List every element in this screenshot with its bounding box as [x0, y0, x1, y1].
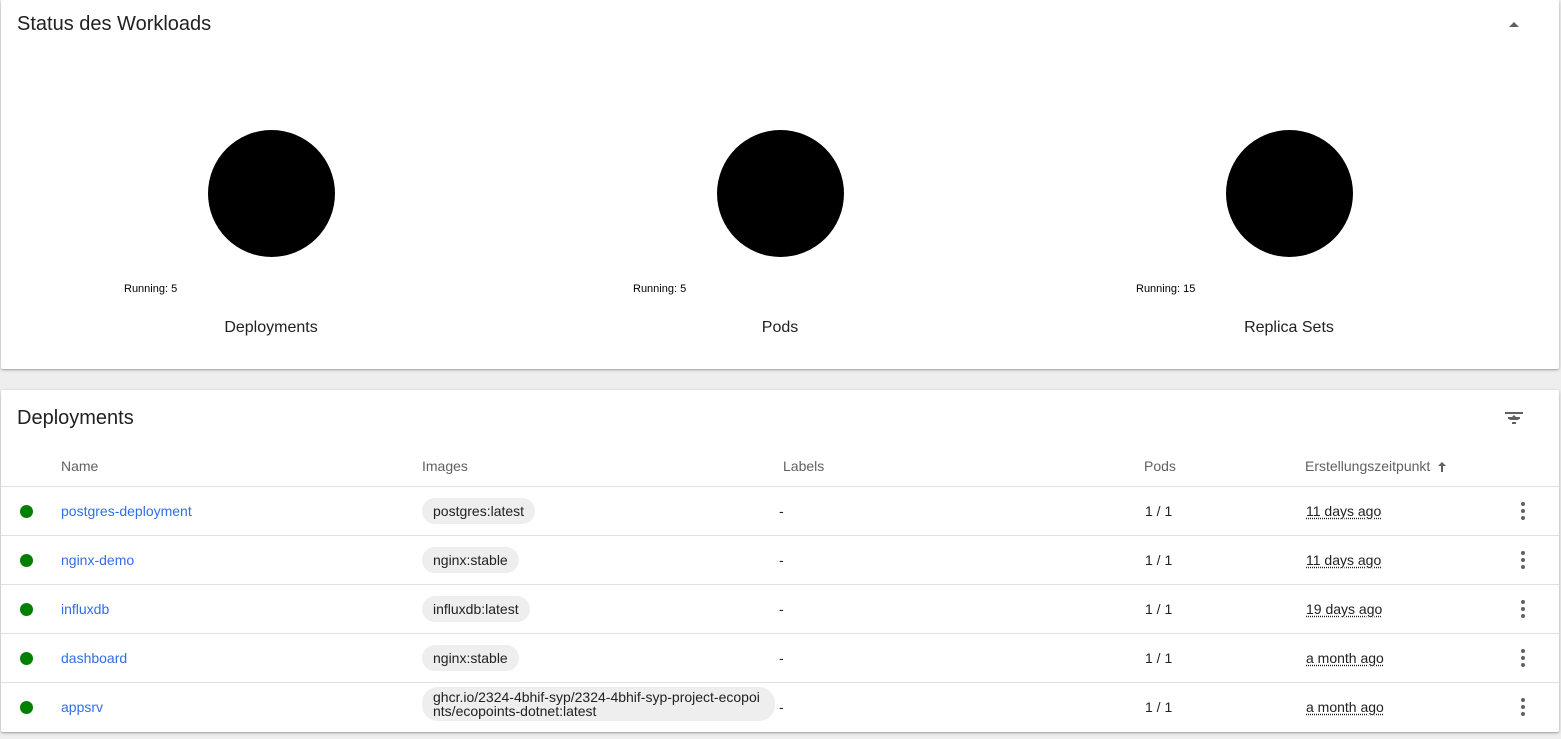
- column-header-images: Images: [422, 458, 468, 474]
- image-chip: nginx:stable: [422, 645, 519, 671]
- deployment-name-link[interactable]: dashboard: [61, 650, 127, 666]
- image-chip: postgres:latest: [422, 498, 536, 524]
- column-header-created-label: Erstellungszeitpunkt: [1305, 458, 1431, 474]
- pods-value: 1 / 1: [1145, 503, 1173, 519]
- pods-value: 1 / 1: [1145, 601, 1173, 617]
- column-header-name[interactable]: Name: [61, 458, 98, 474]
- row-menu-button[interactable]: [1511, 499, 1535, 523]
- labels-value: -: [779, 699, 784, 715]
- more-vert-icon: [1521, 502, 1525, 520]
- collapse-status-button[interactable]: [1502, 13, 1526, 37]
- column-header-pods: Pods: [1144, 458, 1176, 474]
- created-value: a month ago: [1306, 699, 1384, 715]
- row-menu-button[interactable]: [1511, 597, 1535, 621]
- collapse-deployments-button[interactable]: [1502, 406, 1526, 430]
- pods-running-legend: Running: 5: [633, 283, 687, 295]
- running-status-icon: [20, 652, 33, 665]
- replica-sets-workload-title: Replica Sets: [1244, 319, 1334, 336]
- table-row: postgres-deployment postgres:latest - 1 …: [1, 487, 1559, 536]
- running-status-icon: [20, 505, 33, 518]
- table-row: dashboard nginx:stable - 1 / 1 a month a…: [1, 634, 1559, 683]
- created-value: 11 days ago: [1306, 503, 1382, 519]
- image-chip: ghcr.io/2324-4bhif-syp/2324-4bhif-syp-pr…: [422, 687, 775, 721]
- deployments-running-legend: Running: 5: [124, 283, 178, 295]
- labels-value: -: [779, 650, 784, 666]
- row-menu-button[interactable]: [1511, 548, 1535, 572]
- chevron-up-icon: [1509, 415, 1519, 420]
- created-value: 11 days ago: [1306, 552, 1382, 568]
- labels-value: -: [779, 552, 784, 568]
- arrow-up-icon: [1438, 462, 1447, 472]
- running-status-icon: [20, 603, 33, 616]
- workload-status-title: Status des Workloads: [17, 13, 212, 35]
- column-header-created[interactable]: Erstellungszeitpunkt: [1305, 458, 1448, 474]
- created-value: a month ago: [1306, 650, 1384, 666]
- deployments-card: Deployments Name Images Labels Pods Erst…: [1, 390, 1559, 732]
- deployment-name-link[interactable]: postgres-deployment: [61, 503, 192, 519]
- table-row: nginx-demo nginx:stable - 1 / 1 11 days …: [1, 536, 1559, 585]
- workload-status-card: Status des Workloads Running: 5 Deployme…: [1, 0, 1559, 369]
- chevron-up-icon: [1509, 22, 1519, 27]
- row-menu-button[interactable]: [1511, 695, 1535, 719]
- deployment-name-link[interactable]: influxdb: [61, 601, 109, 617]
- deployment-name-link[interactable]: nginx-demo: [61, 552, 134, 568]
- deployment-name-link[interactable]: appsrv: [61, 699, 103, 715]
- deployments-status-chart: [208, 130, 335, 257]
- labels-value: -: [779, 503, 784, 519]
- table-row: appsrv ghcr.io/2324-4bhif-syp/2324-4bhif…: [1, 683, 1559, 731]
- row-menu-button[interactable]: [1511, 646, 1535, 670]
- labels-value: -: [779, 601, 784, 617]
- replica-sets-running-legend: Running: 15: [1136, 283, 1196, 295]
- more-vert-icon: [1521, 551, 1525, 569]
- pods-value: 1 / 1: [1145, 552, 1173, 568]
- more-vert-icon: [1521, 698, 1525, 716]
- pods-status-chart: [717, 130, 844, 257]
- image-chip: nginx:stable: [422, 547, 519, 573]
- created-value: 19 days ago: [1306, 601, 1383, 617]
- more-vert-icon: [1521, 600, 1525, 618]
- deployments-title: Deployments: [17, 407, 134, 429]
- pods-value: 1 / 1: [1145, 650, 1173, 666]
- deployments-table-header: Name Images Labels Pods Erstellungszeitp…: [1, 450, 1559, 487]
- image-chip: influxdb:latest: [422, 596, 530, 622]
- pods-workload-title: Pods: [761, 319, 799, 336]
- more-vert-icon: [1521, 649, 1525, 667]
- pods-value: 1 / 1: [1145, 699, 1173, 715]
- running-status-icon: [20, 554, 33, 567]
- running-status-icon: [20, 701, 33, 714]
- replica-sets-status-chart: [1226, 130, 1353, 257]
- column-header-labels: Labels: [783, 458, 825, 474]
- table-row: influxdb influxdb:latest - 1 / 1 19 days…: [1, 585, 1559, 634]
- deployments-workload-title: Deployments: [224, 319, 318, 336]
